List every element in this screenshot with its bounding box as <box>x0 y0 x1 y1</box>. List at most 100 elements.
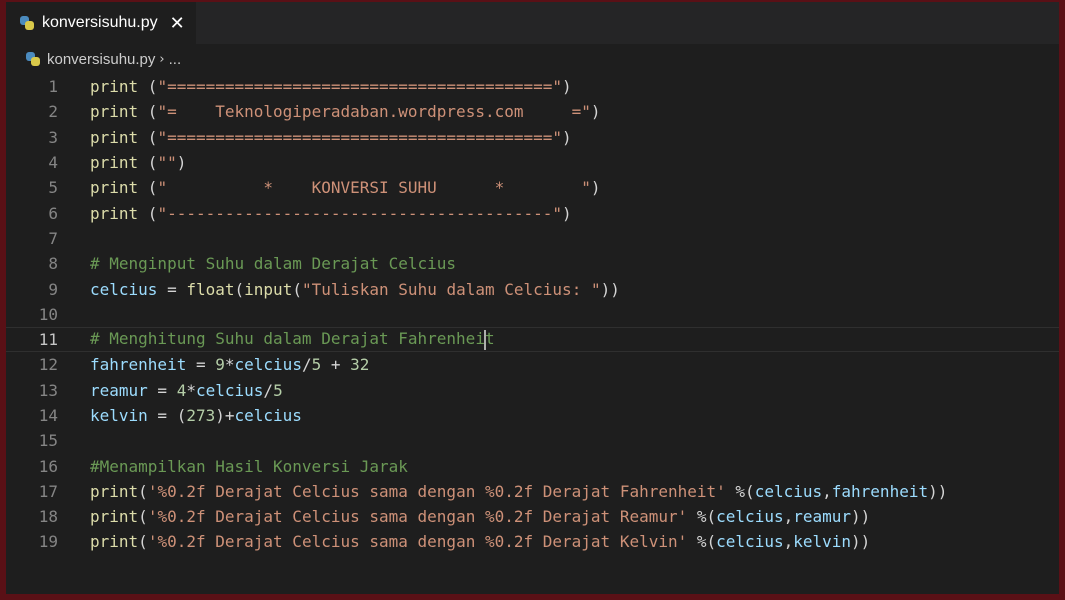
line-number: 15 <box>38 431 58 451</box>
code-line[interactable]: 1 print ("===============================… <box>6 74 1059 99</box>
code-token: # Menginput Suhu dalam Derajat Celcius <box>90 254 457 274</box>
code-token: 32 <box>350 355 370 375</box>
code-token: ( <box>138 532 148 552</box>
line-number: 7 <box>48 228 58 248</box>
code-token: / <box>301 355 312 375</box>
code-token: '%0.2f Derajat Celcius sama dengan %0.2f… <box>147 481 726 501</box>
code-token: input <box>244 279 293 299</box>
code-text: # Menghitung Suhu dalam Derajat Fahrenhe… <box>90 329 495 350</box>
code-token: "=======================================… <box>157 127 563 147</box>
chevron-right-icon: › <box>159 51 165 67</box>
code-token: %( <box>725 481 755 501</box>
code-token: fahrenheit <box>831 481 929 501</box>
code-token: 9 <box>215 355 225 375</box>
line-number: 10 <box>38 304 58 324</box>
code-token: )) <box>928 481 948 501</box>
code-token: ( <box>138 481 148 501</box>
code-token: reamur <box>793 507 852 527</box>
code-token: celcius <box>716 507 784 527</box>
code-token: "= Teknologiperadaban.wordpress.com =" <box>157 102 591 122</box>
line-number: 3 <box>48 127 58 147</box>
code-line[interactable]: 18 print('%0.2f Derajat Celcius sama deng… <box>6 504 1059 529</box>
line-number: 4 <box>48 153 58 173</box>
code-line[interactable]: 5 print (" * KONVERSI SUHU * ") <box>6 175 1059 200</box>
code-text: print ("================================… <box>90 128 572 147</box>
code-token: celcius <box>234 355 302 375</box>
code-token: 5 <box>311 355 322 375</box>
line-number: 11 <box>38 330 58 350</box>
editor-window: konversisuhu.py ✕ konversisuhu.py › ... … <box>6 2 1059 594</box>
code-token: )) <box>851 532 871 552</box>
code-line[interactable]: 10 <box>6 302 1059 327</box>
code-token: celcius <box>234 406 302 425</box>
close-icon[interactable]: ✕ <box>170 13 185 34</box>
code-line[interactable]: 15 <box>6 428 1059 453</box>
code-token: celcius <box>90 279 158 299</box>
code-line[interactable]: 7 <box>6 226 1059 251</box>
code-token: ) <box>590 102 601 122</box>
line-number: 19 <box>38 532 58 552</box>
tab-label: konversisuhu.py <box>42 14 158 31</box>
code-token: #Menampilkan Hasil Konversi Jarak <box>90 456 408 476</box>
code-token: '%0.2f Derajat Celcius sama dengan %0.2f… <box>147 507 688 527</box>
tab-bar: konversisuhu.py ✕ <box>6 2 1059 44</box>
code-token: ( <box>138 127 158 147</box>
line-number: 2 <box>48 102 58 122</box>
code-line[interactable]: 3 print ("===============================… <box>6 125 1059 150</box>
breadcrumb: konversisuhu.py › ... <box>6 44 1059 74</box>
code-token: ( <box>138 507 148 527</box>
code-line[interactable]: 19 print('%0.2f Derajat Celcius sama deng… <box>6 529 1059 554</box>
code-token: ) <box>176 153 187 173</box>
code-text: print ("--------------------------------… <box>90 204 572 223</box>
code-token: kelvin <box>793 532 852 552</box>
code-line[interactable]: 13 reamur = 4*celcius/5 <box>6 378 1059 403</box>
code-token: kelvin <box>90 406 148 425</box>
code-line[interactable]: 17 print('%0.2f Derajat Celcius sama deng… <box>6 479 1059 504</box>
code-token: ( <box>138 178 158 198</box>
code-token: * <box>186 380 196 400</box>
code-line[interactable]: 12 fahrenheit = 9*celcius/5 + 32 <box>6 352 1059 377</box>
code-token: "" <box>157 153 177 173</box>
code-line[interactable]: 16 #Menampilkan Hasil Konversi Jarak <box>6 453 1059 478</box>
code-token: reamur <box>90 380 148 400</box>
code-token: ) <box>590 178 601 198</box>
tab-konversisuhu[interactable]: konversisuhu.py ✕ <box>6 2 196 44</box>
code-text: reamur = 4*celcius/5 <box>90 381 283 400</box>
breadcrumb-more[interactable]: ... <box>169 51 182 68</box>
code-text: print (" * KONVERSI SUHU * ") <box>90 178 601 197</box>
line-number: 12 <box>38 355 58 375</box>
code-text: celcius = float(input("Tuliskan Suhu dal… <box>90 280 620 299</box>
code-line[interactable]: 8 # Menginput Suhu dalam Derajat Celcius <box>6 251 1059 276</box>
code-token: "Tuliskan Suhu dalam Celcius: " <box>301 279 601 299</box>
code-token: , <box>783 532 794 552</box>
code-line[interactable]: 4 print ("") <box>6 150 1059 175</box>
code-token: ) <box>562 203 572 223</box>
code-token: # Menghitung Suhu dalam Derajat Fahrenhe… <box>90 329 485 349</box>
line-number: 8 <box>48 254 58 274</box>
code-token: 273 <box>186 406 216 425</box>
code-line[interactable]: 14 kelvin = (273)+celcius <box>6 403 1059 428</box>
code-token: "=======================================… <box>157 77 563 97</box>
code-editor[interactable]: 1 print ("===============================… <box>6 74 1059 594</box>
code-line[interactable]: 11 # Menghitung Suhu dalam Derajat Fahren… <box>6 326 1059 353</box>
code-text: print ("================================… <box>90 77 572 96</box>
code-token: print <box>90 127 139 147</box>
breadcrumb-file[interactable]: konversisuhu.py <box>47 51 155 68</box>
python-file-icon <box>26 52 40 66</box>
code-token: = <box>147 380 177 400</box>
code-token: print <box>90 507 139 527</box>
code-line[interactable]: 9 celcius = float(input("Tuliskan Suhu da… <box>6 276 1059 301</box>
code-token: print <box>90 77 139 97</box>
code-token: ( <box>234 279 245 299</box>
line-number: 1 <box>48 77 58 97</box>
code-line[interactable]: 6 print ("-------------------------------… <box>6 200 1059 225</box>
code-token: %( <box>687 507 717 527</box>
code-text: print('%0.2f Derajat Celcius sama dengan… <box>90 482 947 501</box>
code-token: 5 <box>273 380 283 400</box>
code-text: print ("= Teknologiperadaban.wordpress.c… <box>90 102 601 121</box>
code-token: print <box>90 481 139 501</box>
code-text: print ("") <box>90 153 186 172</box>
code-line[interactable]: 2 print ("= Teknologiperadaban.wordpress.… <box>6 99 1059 124</box>
code-text: print('%0.2f Derajat Celcius sama dengan… <box>90 507 870 526</box>
code-token: ) <box>562 77 572 97</box>
